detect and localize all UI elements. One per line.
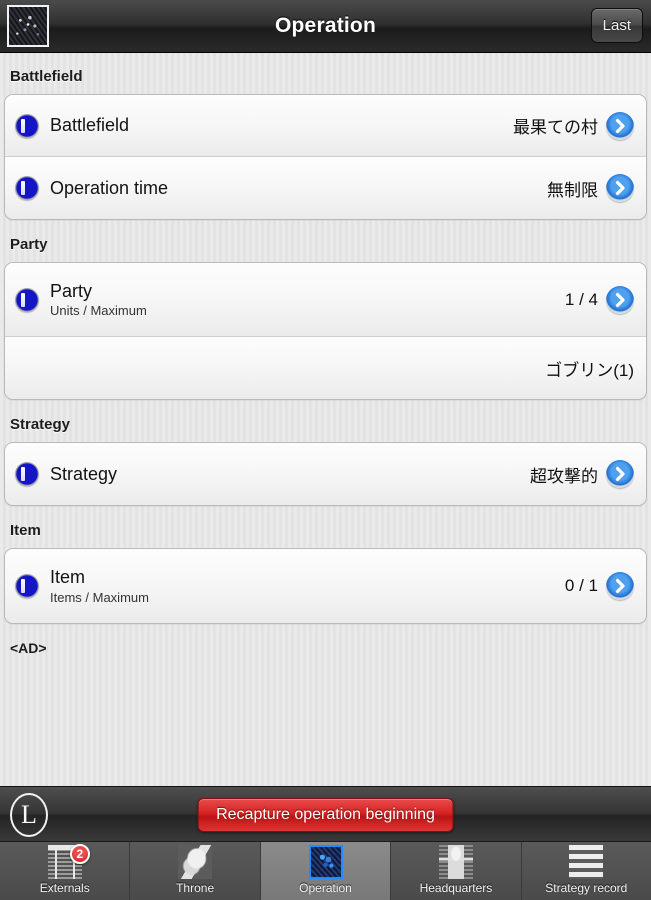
tab-label: Strategy record	[545, 881, 628, 895]
brand-logo-letter: L	[21, 799, 37, 829]
castle-icon	[438, 845, 473, 879]
row-value: 無制限	[547, 180, 598, 200]
row-text: Party Units / Maximum	[50, 281, 565, 319]
row-label: Operation time	[50, 177, 169, 198]
card-group: Item Items / Maximum 0 / 1	[4, 548, 647, 624]
last-button[interactable]: Last	[590, 8, 643, 43]
chevron-right-icon[interactable]	[606, 285, 634, 314]
section-title: Item	[10, 522, 41, 539]
list-row[interactable]: Item Items / Maximum 0 / 1	[5, 549, 646, 623]
list-row[interactable]: Party Units / Maximum 1 / 4	[5, 263, 646, 337]
section-title: Strategy	[10, 416, 71, 433]
info-circle-icon	[15, 574, 39, 598]
tab-label: Operation	[299, 881, 352, 895]
card-group: Party Units / Maximum 1 / 4 ゴブリン(1)	[4, 262, 647, 400]
row-label: Party	[50, 280, 93, 301]
brand-logo-icon: L	[10, 792, 48, 837]
card-group: Battlefield 最果ての村 Operation time 無制限	[4, 94, 647, 220]
chevron-right-icon[interactable]	[606, 460, 634, 488]
info-circle-icon	[15, 287, 39, 312]
row-label: Battlefield	[50, 115, 130, 136]
tab-label: Throne	[176, 881, 215, 895]
ad-label: <AD>	[10, 640, 47, 656]
app-root: Operation Last Battlefield Battlefield 最果て…	[0, 0, 651, 900]
section-title: Battlefield	[10, 68, 83, 85]
row-value: 最果ての村	[513, 118, 598, 137]
tab-operation[interactable]: Operation	[260, 842, 392, 900]
row-value: ゴブリン(1)	[545, 360, 634, 380]
info-circle-icon	[15, 462, 39, 486]
row-text: Operation time	[50, 178, 547, 199]
list-row: ゴブリン(1)	[5, 337, 646, 399]
row-subtitle: Items / Maximum	[50, 589, 149, 605]
row-value: 1 / 4	[564, 289, 598, 309]
horse-icon	[178, 845, 213, 879]
row-text: Strategy	[50, 464, 530, 485]
list-row[interactable]: Operation time 無制限	[5, 157, 646, 219]
row-label: Strategy	[50, 463, 118, 484]
records-icon	[569, 845, 604, 879]
row-text: Battlefield	[50, 115, 513, 136]
action-bar: L Recapture operation beginning	[0, 786, 651, 842]
card-group: Strategy 超攻撃的	[4, 442, 647, 506]
section-title: Party	[10, 236, 48, 253]
tab-throne[interactable]: Throne	[130, 842, 261, 900]
tab-strategy-record[interactable]: Strategy record	[521, 842, 651, 900]
list-row[interactable]: Strategy 超攻撃的	[5, 443, 646, 505]
row-subtitle: Units / Maximum	[50, 303, 147, 319]
row-label: Item	[50, 567, 86, 588]
list-row[interactable]: Battlefield 最果ての村	[5, 95, 646, 157]
info-circle-icon	[15, 113, 39, 138]
page-title: Operation	[275, 14, 376, 37]
recapture-operation-button[interactable]: Recapture operation beginning	[197, 797, 454, 832]
tab-label: Headquarters	[419, 881, 493, 895]
app-header: Operation Last	[0, 0, 651, 53]
tab-headquarters[interactable]: Headquarters	[391, 842, 522, 900]
row-text: Item Items / Maximum	[50, 567, 565, 605]
chevron-right-icon[interactable]	[606, 174, 634, 202]
tab-label: Externals	[39, 881, 90, 895]
row-value: 0 / 1	[564, 576, 598, 595]
map-icon	[308, 845, 343, 879]
bottom-tab-bar: Externals 2 Throne Operation Headquarters Str…	[0, 841, 651, 900]
chevron-right-icon[interactable]	[606, 572, 634, 600]
tab-externals[interactable]: Externals 2	[0, 842, 131, 900]
info-circle-icon	[15, 176, 39, 200]
chevron-right-icon[interactable]	[606, 111, 634, 140]
sections-host: Battlefield Battlefield 最果ての村 Operation tim…	[0, 52, 651, 624]
row-value: 超攻撃的	[530, 466, 598, 486]
map-thumbnail-icon[interactable]	[7, 5, 49, 47]
tab-badge: 2	[69, 844, 90, 864]
content-scroll-area[interactable]: Battlefield Battlefield 最果ての村 Operation tim…	[0, 52, 651, 787]
